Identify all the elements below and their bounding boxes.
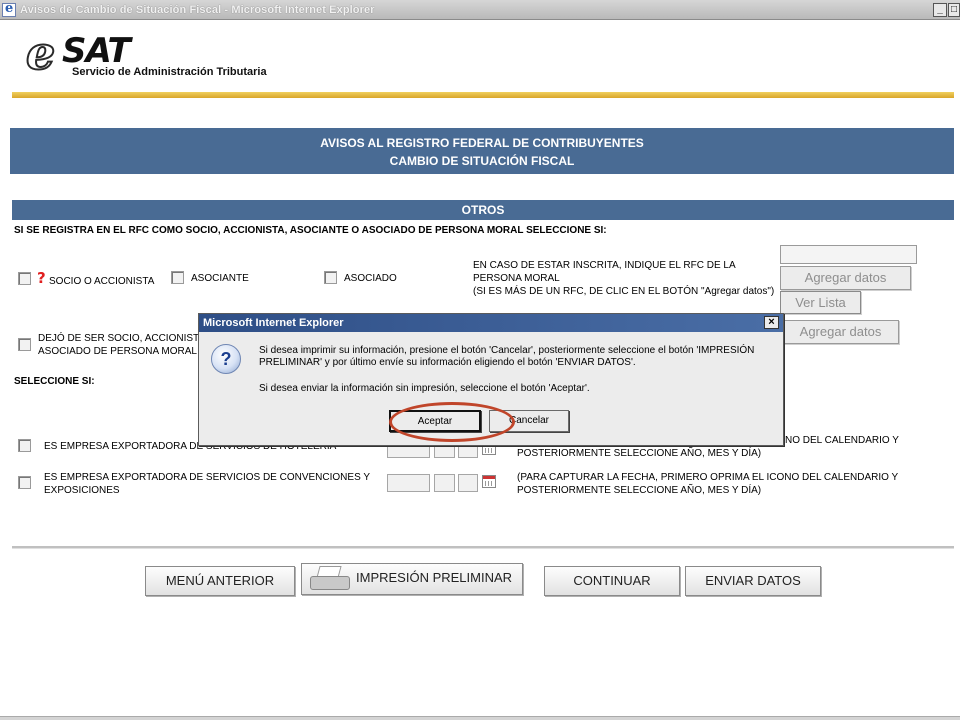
menu-anterior-button[interactable]: MENÚ ANTERIOR [145,566,295,596]
dialog-message-2: Si desea enviar la información sin impre… [259,383,590,394]
hoteleria-checkbox[interactable] [18,439,31,452]
dialog-titlebar: Microsoft Internet Explorer × [199,314,783,332]
sat-logo: e SAT Servicio de Administración Tributa… [25,26,296,84]
logo-sat-word: SAT [62,31,131,71]
convenciones-day-field[interactable] [458,474,478,492]
rfc-note-line: PERSONA MORAL [473,273,560,284]
rfc-note-line: EN CASO DE ESTAR INSCRITA, INDIQUE EL RF… [473,260,736,271]
aceptar-button[interactable]: Aceptar [389,410,481,432]
dejo-label: DEJÓ DE SER SOCIO, ACCIONISTA ASOCIADO D… [38,332,205,358]
gold-divider [12,92,954,98]
dialog-title: Microsoft Internet Explorer [203,317,344,329]
asociante-label: ASOCIANTE [191,273,249,284]
socio-label: SOCIO O ACCIONISTA [49,276,155,287]
printer-icon [308,566,352,594]
asociante-checkbox[interactable] [171,271,184,284]
convenciones-month-field[interactable] [434,474,455,492]
internet-explorer-icon [2,1,16,17]
window-titlebar: Avisos de Cambio de Situación Fiscal - M… [0,0,960,20]
convenciones-label-line: ES EMPRESA EXPORTADORA DE SERVICIOS DE C… [44,472,371,483]
socio-checkbox[interactable] [18,272,31,285]
bottom-divider [12,546,954,549]
dejo-label-line: ASOCIADO DE PERSONA MORAL [38,346,197,357]
enviar-datos-button[interactable]: ENVIAR DATOS [685,566,821,596]
seleccione-label: SELECCIONE SI: [14,376,95,387]
rfc-note-line: (SI ES MÁS DE UN RFC, DE CLIC EN EL BOTÓ… [473,286,775,297]
red-question-mark: ? [37,269,46,287]
continuar-button[interactable]: CONTINUAR [544,566,680,596]
minimize-button[interactable]: _ [933,3,947,17]
ver-lista-button[interactable]: Ver Lista [780,291,861,314]
convenciones-note: (PARA CAPTURAR LA FECHA, PRIMERO OPRIMA … [517,471,898,497]
confirm-dialog: Microsoft Internet Explorer × ? Si desea… [198,313,784,446]
convenciones-note-line: POSTERIORMENTE SELECCIONE AÑO, MES Y DÍA… [517,485,762,496]
question-icon: ? [211,344,241,374]
convenciones-note-line: (PARA CAPTURAR LA FECHA, PRIMERO OPRIMA … [517,472,899,483]
header-line2: CAMBIO DE SITUACIÓN FISCAL [389,154,575,168]
convenciones-checkbox[interactable] [18,476,31,489]
page-header: AVISOS AL REGISTRO FEDERAL DE CONTRIBUYE… [10,128,954,174]
logo-subtitle: Servicio de Administración Tributaria [72,66,267,78]
instruction-text: SI SE REGISTRA EN EL RFC COMO SOCIO, ACC… [14,225,607,236]
window-title: Avisos de Cambio de Situación Fiscal - M… [20,3,375,16]
dialog-close-button[interactable]: × [764,316,779,329]
section-title: OTROS [12,200,954,220]
agregar-datos-button[interactable]: Agregar datos [780,266,911,290]
impresion-preliminar-label: IMPRESIÓN PRELIMINAR [356,570,513,585]
asociado-checkbox[interactable] [324,271,337,284]
dejo-label-line: DEJÓ DE SER SOCIO, ACCIONISTA [38,333,206,344]
convenciones-label-line: EXPOSICIONES [44,485,120,496]
logo-e-mark: e [25,26,56,80]
rfc-input[interactable] [780,245,917,264]
dejo-checkbox[interactable] [18,338,31,351]
asociado-label: ASOCIADO [344,273,397,284]
convenciones-year-field[interactable] [387,474,430,492]
agregar-datos-button-2[interactable]: Agregar datos [782,320,899,344]
header-line1: AVISOS AL REGISTRO FEDERAL DE CONTRIBUYE… [320,136,644,150]
calendar-icon[interactable] [482,475,496,488]
hoteleria-note-line: POSTERIORMENTE SELECCIONE AÑO, MES Y DÍA… [517,448,762,459]
cancelar-button[interactable]: Cancelar [489,410,569,432]
impresion-preliminar-button[interactable]: IMPRESIÓN PRELIMINAR [301,563,523,595]
convenciones-label: ES EMPRESA EXPORTADORA DE SERVICIOS DE C… [44,471,370,497]
dialog-message-1: Si desea imprimir su información, presio… [259,345,755,368]
status-bar [0,716,960,720]
restore-button[interactable]: □ [948,3,960,17]
rfc-note: EN CASO DE ESTAR INSCRITA, INDIQUE EL RF… [473,259,774,298]
